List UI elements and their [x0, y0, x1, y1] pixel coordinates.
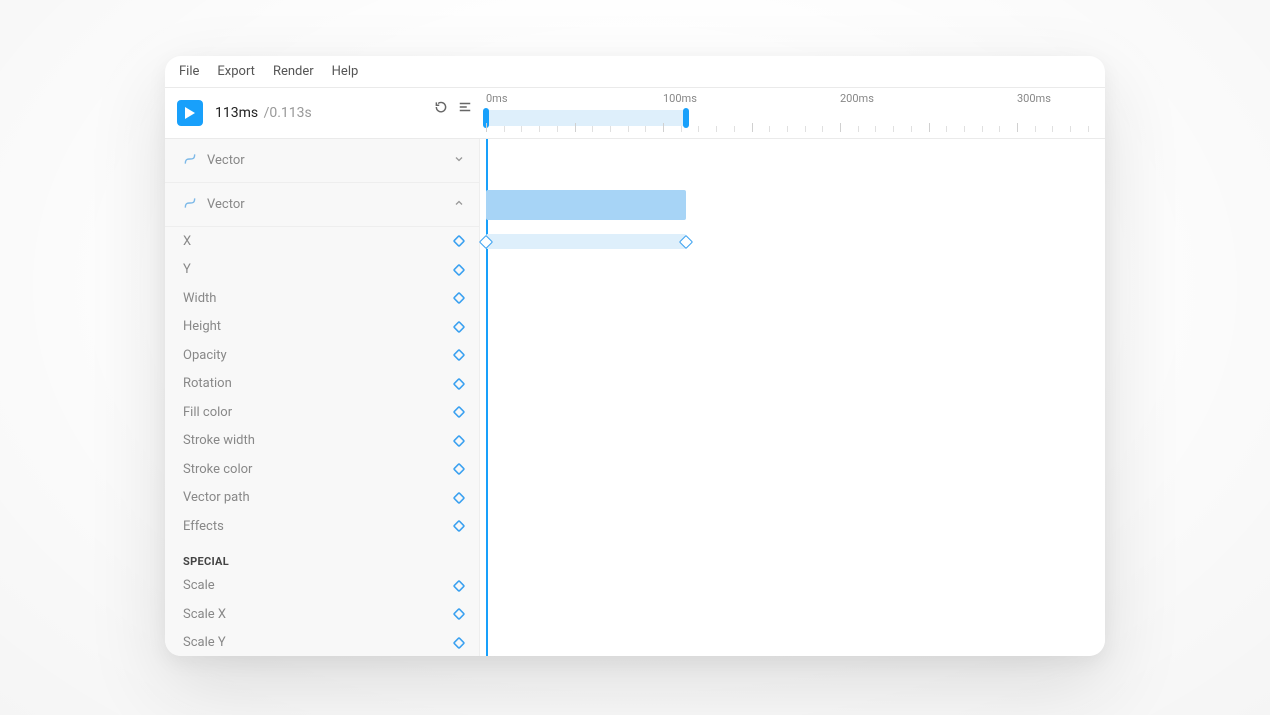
ruler-label: 100ms — [663, 92, 697, 105]
property-row[interactable]: Height — [165, 313, 479, 342]
property-row[interactable]: Effects — [165, 512, 479, 541]
play-button[interactable] — [177, 100, 203, 126]
property-label: Height — [183, 319, 221, 334]
play-icon — [185, 107, 195, 119]
property-label: Scale Y — [183, 635, 226, 650]
keyframe-toggle-icon[interactable] — [453, 406, 465, 418]
property-label: Width — [183, 291, 216, 306]
property-row[interactable]: X — [165, 227, 479, 256]
menu-file[interactable]: File — [179, 64, 199, 79]
menu-render[interactable]: Render — [273, 64, 314, 79]
keyframe-toggle-icon[interactable] — [453, 378, 465, 390]
timeline-editor-window: File Export Render Help 113ms /0.113s — [165, 56, 1105, 656]
property-label: X — [183, 234, 191, 249]
property-label: Vector path — [183, 490, 250, 505]
time-ms: 113ms — [215, 105, 258, 121]
property-label: Opacity — [183, 348, 227, 363]
property-row[interactable]: Scale — [165, 572, 479, 601]
property-row[interactable]: Scale X — [165, 600, 479, 629]
property-track[interactable] — [486, 234, 686, 249]
ruler-label: 300ms — [1017, 92, 1051, 105]
toolbar: 113ms /0.113s 0ms 100ms 200ms 300ms — [165, 88, 1105, 138]
property-row[interactable]: Y — [165, 256, 479, 285]
keyframe-toggle-icon[interactable] — [453, 492, 465, 504]
chevron-down-icon[interactable] — [453, 153, 465, 169]
keyframe-toggle-icon[interactable] — [453, 520, 465, 532]
property-row[interactable]: Stroke color — [165, 455, 479, 484]
property-row[interactable]: Rotation — [165, 370, 479, 399]
time-readout: 113ms /0.113s — [215, 105, 312, 121]
time-seconds: /0.113s — [264, 105, 312, 121]
property-row[interactable]: Opacity — [165, 341, 479, 370]
layer-name: Vector — [207, 153, 245, 168]
menu-export[interactable]: Export — [217, 64, 255, 79]
repeat-icon[interactable] — [434, 100, 448, 114]
ruler-label: 200ms — [840, 92, 874, 105]
property-label: Y — [183, 262, 191, 277]
vector-icon — [183, 196, 197, 214]
keyframe-toggle-icon[interactable] — [453, 463, 465, 475]
property-row[interactable]: Fill color — [165, 398, 479, 427]
layer-row[interactable]: Vector — [165, 183, 479, 227]
menu-help[interactable]: Help — [332, 64, 359, 79]
ruler-label: 0ms — [486, 92, 508, 105]
property-label: Stroke width — [183, 433, 255, 448]
keyframe-toggle-icon[interactable] — [453, 264, 465, 276]
keyframe-toggle-icon[interactable] — [453, 435, 465, 447]
ruler-ticks — [480, 122, 1105, 132]
property-label: Fill color — [183, 405, 232, 420]
easing-icon[interactable] — [458, 100, 472, 114]
property-label: Scale — [183, 578, 215, 593]
layer-name: Vector — [207, 197, 245, 212]
property-row[interactable]: Vector path — [165, 484, 479, 513]
chevron-up-icon[interactable] — [453, 197, 465, 213]
keyframe-toggle-icon[interactable] — [453, 349, 465, 361]
property-label: Scale X — [183, 607, 226, 622]
keyframe-toggle-icon[interactable] — [453, 637, 465, 649]
timeline-ruler[interactable]: 0ms 100ms 200ms 300ms — [480, 94, 1105, 132]
property-label: Stroke color — [183, 462, 252, 477]
keyframe-toggle-icon[interactable] — [453, 321, 465, 333]
keyframe-toggle-icon[interactable] — [453, 292, 465, 304]
vector-icon — [183, 152, 197, 170]
timeline-content[interactable] — [480, 139, 1105, 656]
keyframe-toggle-icon[interactable] — [453, 580, 465, 592]
property-label: Rotation — [183, 376, 232, 391]
clip[interactable] — [486, 190, 686, 220]
property-row[interactable]: Stroke width — [165, 427, 479, 456]
track-sidebar: Vector Vector XY Width Height Opacity Rotation… — [165, 139, 480, 656]
special-heading: SPECIAL — [165, 541, 479, 572]
property-label: Effects — [183, 519, 224, 534]
layer-row[interactable]: Vector — [165, 139, 479, 183]
property-row[interactable]: Scale Y — [165, 629, 479, 657]
keyframe-toggle-icon[interactable] — [453, 235, 465, 247]
property-row[interactable]: Width — [165, 284, 479, 313]
keyframe-toggle-icon[interactable] — [453, 608, 465, 620]
menubar: File Export Render Help — [165, 56, 1105, 88]
